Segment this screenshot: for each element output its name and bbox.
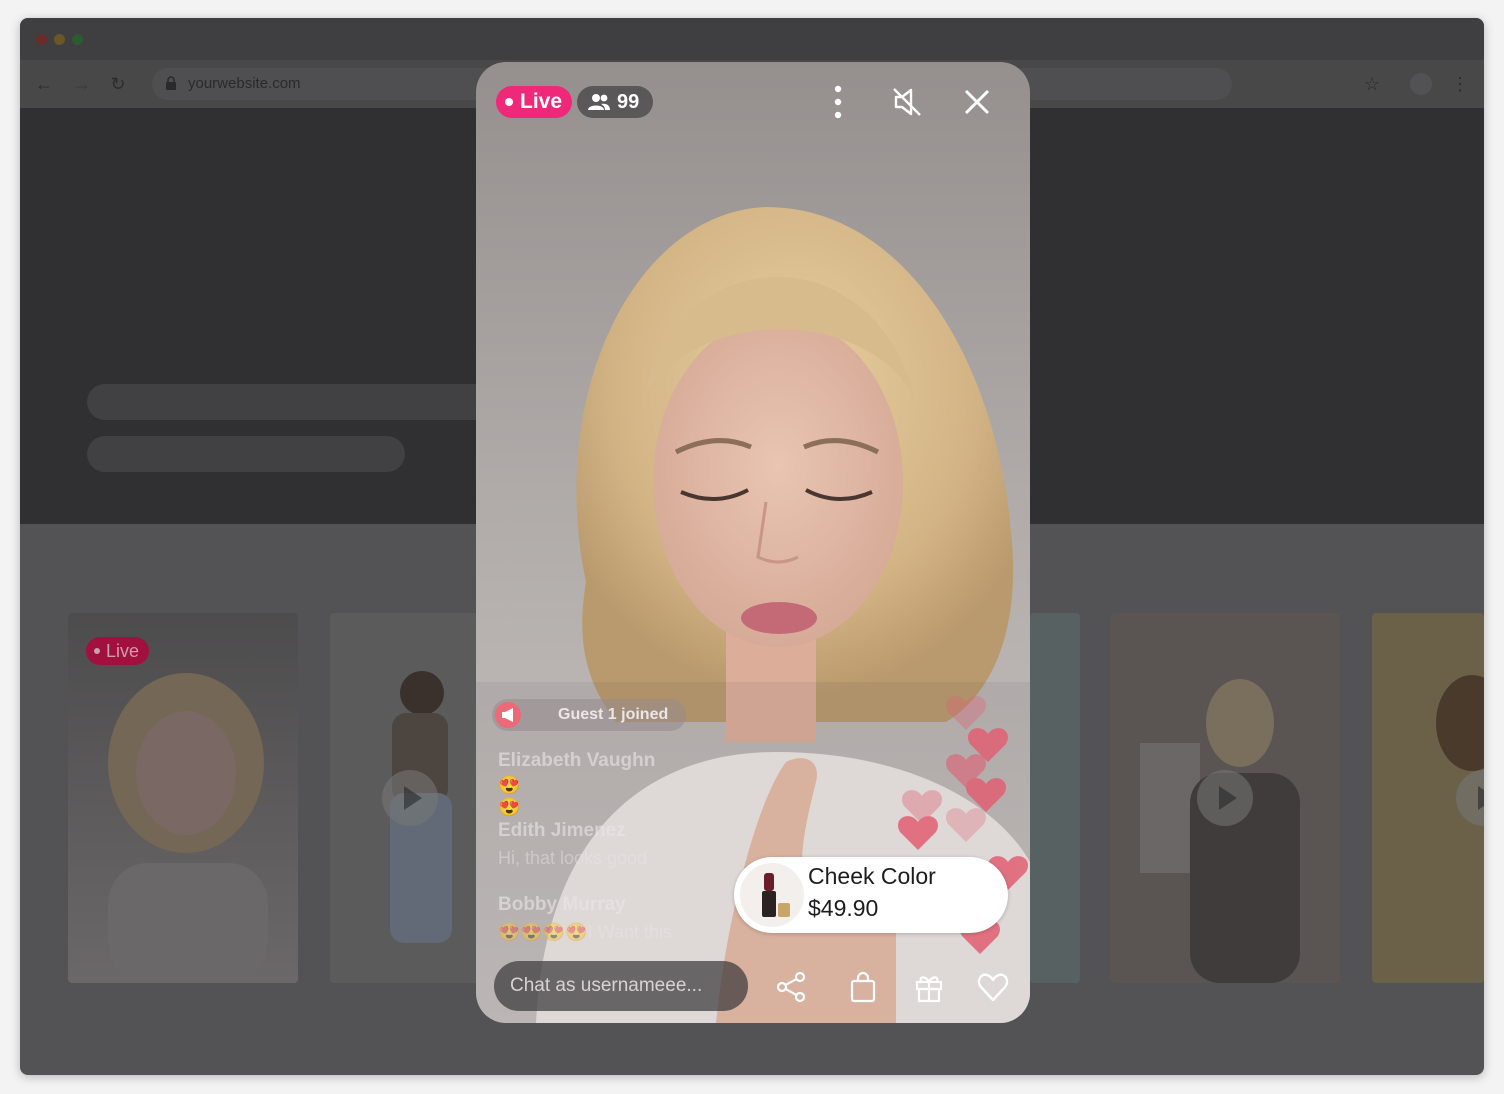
title-bar [20,18,1484,60]
video-thumbnail-3[interactable] [1030,613,1080,983]
comment-author: Bobby Murray [498,894,626,915]
thumbnail-image [108,673,268,983]
viewers-icon [588,94,610,110]
url-text: yourwebsite.com [188,75,301,92]
viewer-count-badge: 99 [577,86,654,118]
video-thumbnail-4[interactable] [1110,613,1340,983]
comment-message: 😍😍😍😍I Want this [498,922,673,942]
product-price: $49.90 [808,895,879,921]
thumbnail-live-badge: Live [86,637,150,665]
bookmark-star-icon[interactable]: ☆ [1360,72,1384,96]
product-card[interactable]: Cheek Color $49.90 [734,857,1008,933]
reload-icon[interactable]: ↻ [106,72,130,96]
comment-message: Hi, that looks good [498,848,648,868]
lock-icon [166,76,176,90]
megaphone-icon [495,702,521,728]
share-icon[interactable] [774,970,808,1004]
mute-icon[interactable] [890,86,924,118]
browser-menu-icon[interactable]: ⋮ [1448,72,1472,96]
viewer-count: 99 [617,91,640,113]
back-icon[interactable]: ← [32,72,56,96]
forward-icon[interactable]: → [70,72,94,96]
shopping-bag-icon[interactable] [846,970,880,1004]
join-notice-text: Guest 1 joined [558,706,669,723]
comment-message: 😍 😍 [498,775,521,817]
play-icon[interactable] [1197,770,1253,826]
video-thumbnail-2[interactable] [330,613,490,983]
video-thumbnail-1[interactable]: Live [68,613,298,983]
live-badge: Live [496,86,573,118]
heart-icon[interactable] [976,970,1010,1004]
close-window-button[interactable] [36,34,47,45]
more-options-icon[interactable] [826,84,850,120]
maximize-window-button[interactable] [72,34,83,45]
chat-input[interactable] [494,961,748,1011]
join-notice: Guest 1 joined [492,699,686,731]
comment-author: Edith Jimenez [498,820,626,841]
product-name: Cheek Color [808,863,936,889]
profile-avatar[interactable] [1410,73,1432,95]
play-icon[interactable] [382,770,438,826]
minimize-window-button[interactable] [54,34,65,45]
comment-author: Elizabeth Vaughn [498,750,656,771]
skeleton-line [87,436,405,472]
gift-icon[interactable] [912,970,946,1004]
product-thumbnail [740,863,804,927]
live-stream-player: Live 99 Guest 1 joined Elizabeth Vaughn … [476,62,1030,1023]
video-thumbnail-5[interactable] [1372,613,1484,983]
close-icon[interactable] [963,88,991,116]
